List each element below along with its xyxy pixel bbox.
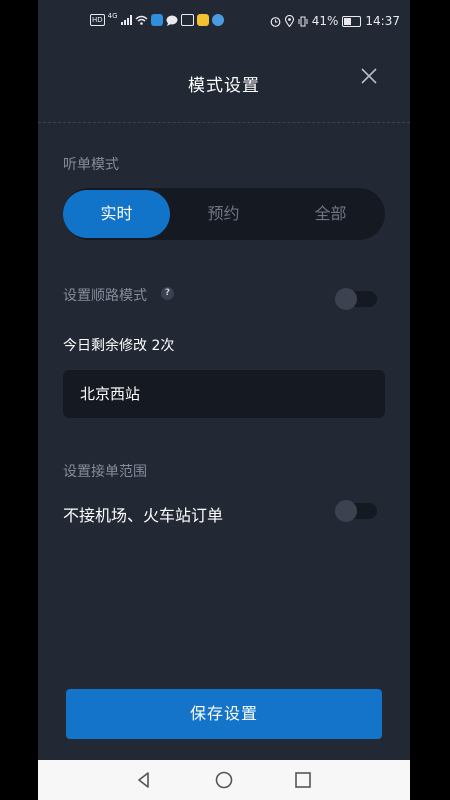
location-icon — [284, 15, 294, 27]
recents-icon[interactable] — [293, 770, 313, 790]
listen-mode-label: 听单模式 — [63, 157, 119, 173]
navigation-bar — [38, 760, 410, 800]
alarm-icon — [270, 16, 281, 27]
help-icon[interactable]: ? — [161, 287, 174, 300]
bird-app-icon — [150, 14, 163, 26]
listen-mode-option-all[interactable]: 全部 — [277, 190, 384, 238]
status-left: HD 4G — [90, 12, 224, 26]
card-icon — [180, 14, 194, 26]
save-settings-button[interactable]: 保存设置 — [66, 689, 382, 739]
hd-badge: HD — [90, 14, 105, 26]
network-type: 4G — [107, 12, 118, 20]
route-mode-toggle-knob — [335, 288, 357, 310]
order-range-label: 设置接单范围 — [63, 464, 147, 480]
header: 模式设置 — [38, 56, 410, 122]
status-right: 41% 14:37 — [270, 14, 400, 28]
route-mode-toggle[interactable] — [335, 288, 377, 310]
close-icon[interactable] — [359, 66, 379, 86]
vibrate-icon — [298, 16, 308, 26]
back-icon[interactable] — [134, 770, 154, 790]
destination-field[interactable]: 北京西站 — [63, 370, 385, 418]
listen-mode-segmented-control: 实时 预约 全部 — [63, 188, 385, 240]
battery-fill — [344, 17, 351, 25]
clock: 14:37 — [365, 14, 400, 28]
signal-icon — [120, 15, 132, 25]
remaining-changes-text: 今日剩余修改 2次 — [63, 338, 175, 354]
battery-icon — [342, 15, 362, 27]
battery-percent: 41% — [311, 14, 339, 28]
browser-app-icon — [211, 14, 224, 26]
exclude-toggle-knob — [335, 500, 357, 522]
status-bar: HD 4G 41% 14:37 — [38, 0, 410, 42]
emoji-app-icon — [196, 14, 209, 26]
screen: HD 4G 41% 14:37 模式设置 听单模式 实时 预约 全部 设置顺路模… — [38, 0, 410, 800]
exclude-airport-station-toggle[interactable] — [335, 500, 377, 522]
exclude-airport-station-label: 不接机场、火车站订单 — [63, 506, 224, 525]
wifi-icon — [135, 15, 148, 25]
home-icon[interactable] — [214, 770, 234, 790]
listen-mode-option-realtime[interactable]: 实时 — [63, 190, 170, 238]
chat-bubble-icon — [166, 15, 178, 26]
header-divider — [38, 122, 410, 123]
route-mode-label: 设置顺路模式 — [63, 288, 147, 304]
listen-mode-option-reservation[interactable]: 预约 — [170, 190, 277, 238]
page-title: 模式设置 — [188, 76, 260, 96]
